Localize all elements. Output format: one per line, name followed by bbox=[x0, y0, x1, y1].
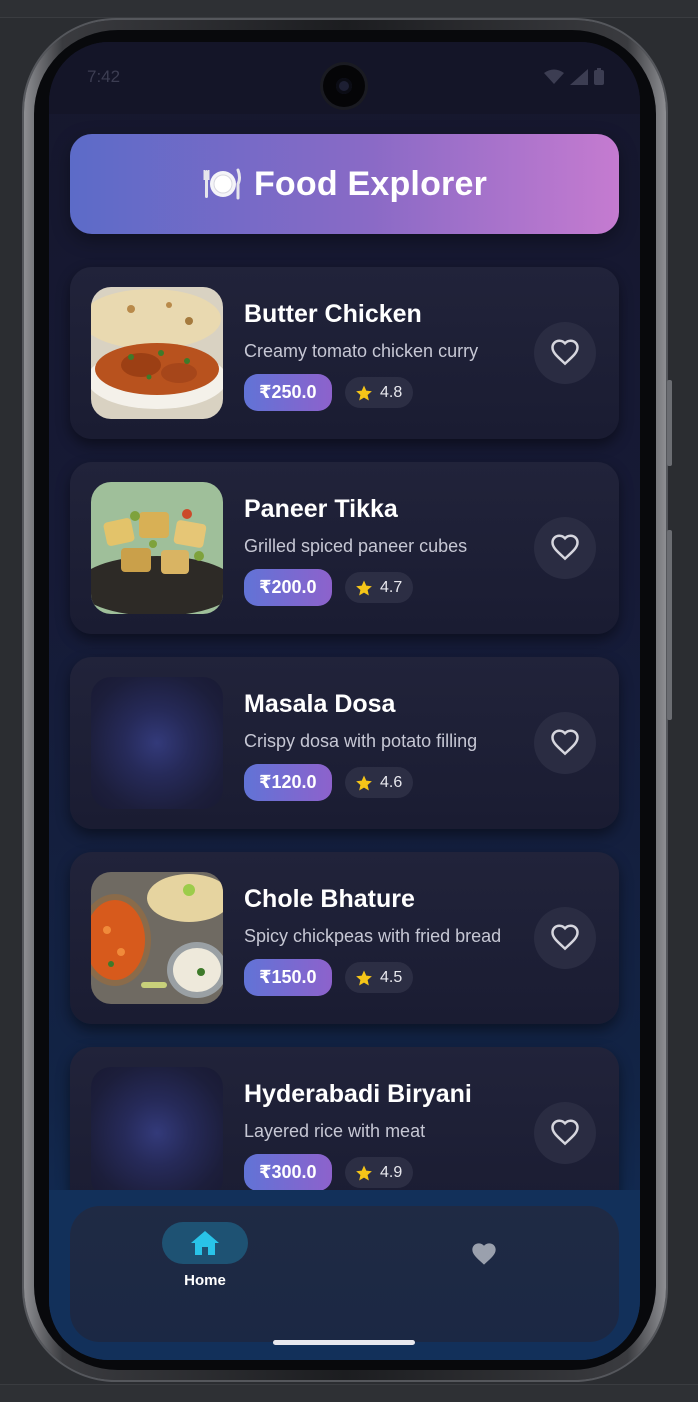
food-image bbox=[91, 872, 223, 1004]
star-icon bbox=[356, 385, 372, 400]
food-card[interactable]: Butter Chicken Creamy tomato chicken cur… bbox=[70, 267, 619, 439]
food-name: Masala Dosa bbox=[244, 690, 396, 718]
food-image-placeholder bbox=[91, 1067, 223, 1199]
rating-value: 4.7 bbox=[380, 578, 403, 596]
heart-outline-icon bbox=[551, 339, 579, 366]
price-badge: ₹250.0 bbox=[244, 374, 332, 411]
cellular-signal-icon bbox=[570, 68, 588, 85]
favorite-button[interactable] bbox=[534, 712, 596, 774]
app-title: Food Explorer bbox=[253, 164, 488, 203]
heart-outline-icon bbox=[551, 534, 579, 561]
device-frame-stage: 7:42 Food Explorer Butter Chicken Creamy… bbox=[0, 0, 698, 1402]
volume-button bbox=[667, 380, 672, 466]
food-name: Paneer Tikka bbox=[244, 495, 398, 523]
star-icon bbox=[356, 580, 372, 595]
food-image-placeholder bbox=[91, 677, 223, 809]
rating-badge: 4.7 bbox=[345, 572, 414, 603]
rating-badge: 4.6 bbox=[345, 767, 414, 798]
price-badge: ₹300.0 bbox=[244, 1154, 332, 1191]
star-icon bbox=[356, 775, 372, 790]
food-image bbox=[91, 287, 223, 419]
emulator-bottom-bar bbox=[0, 1384, 698, 1402]
price-badge: ₹200.0 bbox=[244, 569, 332, 606]
emulator-top-bar bbox=[0, 0, 698, 18]
rating-badge: 4.9 bbox=[345, 1157, 414, 1188]
favorite-button[interactable] bbox=[534, 517, 596, 579]
battery-icon bbox=[594, 68, 604, 85]
rating-value: 4.6 bbox=[380, 773, 403, 791]
food-description: Layered rice with meat bbox=[244, 1121, 426, 1141]
nav-item-home[interactable]: Home bbox=[162, 1222, 248, 1302]
gesture-home-indicator[interactable] bbox=[273, 1340, 415, 1345]
rating-value: 4.8 bbox=[380, 383, 403, 401]
wifi-icon bbox=[544, 69, 564, 84]
bottom-navigation: Home bbox=[49, 1190, 640, 1360]
food-description: Crispy dosa with potato filling bbox=[244, 731, 478, 751]
star-icon bbox=[356, 970, 372, 985]
heart-outline-icon bbox=[551, 924, 579, 951]
front-camera bbox=[323, 65, 365, 107]
nav-item-favorites[interactable] bbox=[468, 1237, 500, 1269]
status-time: 7:42 bbox=[87, 67, 121, 86]
chole-bhature-image bbox=[91, 872, 223, 1004]
food-card[interactable]: Paneer Tikka Grilled spiced paneer cubes… bbox=[70, 462, 619, 634]
food-card[interactable]: Masala Dosa Crispy dosa with potato fill… bbox=[70, 657, 619, 829]
favorite-button[interactable] bbox=[534, 322, 596, 384]
food-name: Butter Chicken bbox=[244, 300, 422, 328]
rating-badge: 4.5 bbox=[345, 962, 414, 993]
food-name: Hyderabadi Biryani bbox=[244, 1080, 472, 1108]
price-badge: ₹150.0 bbox=[244, 959, 332, 996]
app-header: Food Explorer bbox=[70, 134, 619, 234]
food-description: Grilled spiced paneer cubes bbox=[244, 536, 468, 556]
nav-home-indicator bbox=[162, 1222, 248, 1264]
paneer-tikka-image bbox=[91, 482, 223, 614]
heart-outline-icon bbox=[551, 729, 579, 756]
rating-badge: 4.8 bbox=[345, 377, 414, 408]
food-name: Chole Bhature bbox=[244, 885, 415, 913]
rating-value: 4.5 bbox=[380, 968, 403, 986]
food-image bbox=[91, 482, 223, 614]
butter-chicken-image bbox=[91, 287, 223, 419]
food-description: Spicy chickpeas with fried bread bbox=[244, 926, 502, 946]
plate-cutlery-icon bbox=[203, 168, 241, 200]
nav-home-label: Home bbox=[184, 1272, 226, 1289]
price-badge: ₹120.0 bbox=[244, 764, 332, 801]
favorite-button[interactable] bbox=[534, 907, 596, 969]
rating-value: 4.9 bbox=[380, 1163, 403, 1181]
app-screen: 7:42 Food Explorer Butter Chicken Creamy… bbox=[49, 42, 640, 1360]
bottom-nav-panel: Home bbox=[70, 1206, 619, 1342]
favorite-button[interactable] bbox=[534, 1102, 596, 1164]
heart-outline-icon bbox=[551, 1119, 579, 1146]
home-icon bbox=[191, 1231, 219, 1255]
food-card[interactable]: Chole Bhature Spicy chickpeas with fried… bbox=[70, 852, 619, 1024]
heart-icon bbox=[472, 1243, 496, 1265]
status-icons bbox=[544, 68, 604, 85]
power-button bbox=[667, 530, 672, 720]
star-icon bbox=[356, 1165, 372, 1180]
status-bar: 7:42 bbox=[49, 42, 640, 114]
food-description: Creamy tomato chicken curry bbox=[244, 341, 479, 361]
